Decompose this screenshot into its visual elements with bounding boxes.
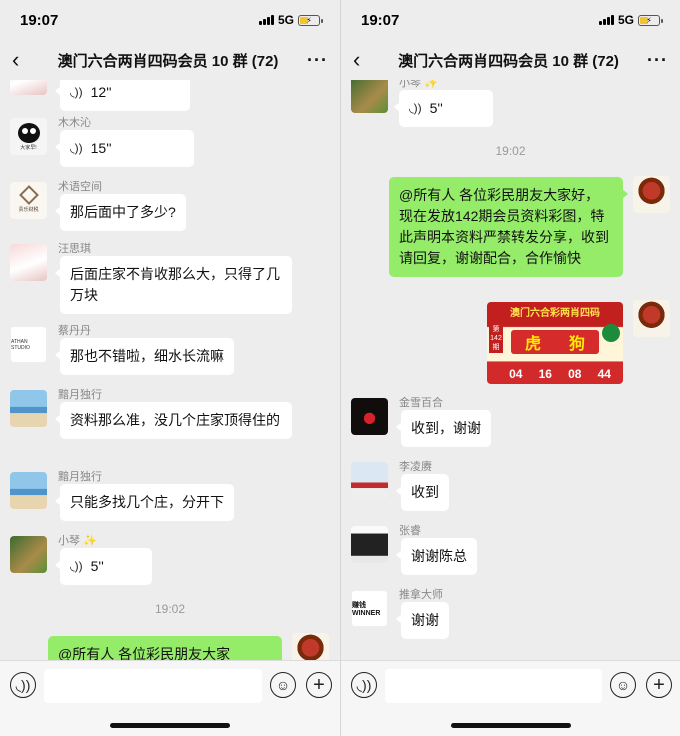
sender-name: 小琴 ✨ — [58, 535, 97, 547]
message-input[interactable] — [385, 669, 602, 703]
text-message[interactable]: 后面庄家不肯收那么大，只得了几万块 — [55, 256, 292, 314]
avatar[interactable]: 大家早! — [10, 118, 47, 155]
text-message[interactable]: 谢谢 — [396, 602, 449, 639]
voice-wave-icon: ◟)) — [409, 101, 422, 115]
message-list[interactable]: 小琴 ✨ ◟)) 5'' 19:02 @所有人 各位彩民朋友大家好，现在发放142… — [341, 80, 680, 660]
voice-message[interactable]: ◟)) 12'' — [55, 80, 190, 111]
sender-name: 汪思琪 — [58, 243, 91, 255]
battery-icon: ⚡ — [298, 14, 323, 26]
home-indicator — [450, 723, 571, 728]
sender-name: 术语空间 — [58, 181, 102, 193]
text-message[interactable]: 只能多找几个庄，分开下 — [55, 484, 234, 521]
announcement-message[interactable]: @所有人 各位彩民朋友大家好，现在发放142期会员资料彩图，特此声明本资料严禁转… — [389, 177, 628, 277]
sender-name: 小琴 ✨ — [399, 80, 438, 89]
voice-message[interactable]: ◟)) 5'' — [394, 90, 493, 127]
signal-icon — [258, 15, 274, 25]
more-dots-icon[interactable]: ··· — [300, 50, 328, 71]
voice-message[interactable]: ◟)) 15'' — [55, 130, 194, 167]
voice-input-icon[interactable]: ◟)) — [351, 672, 377, 698]
message-list[interactable]: ◟)) 12'' 大家早! 木木沁 ◟)) 15'' 贵乐财税 术语空间 那后面中了… — [0, 80, 340, 660]
network-label: 5G — [277, 13, 294, 27]
input-bar: ◟)) ☺ + — [0, 660, 340, 736]
right-screen: 19:07 5G ⚡ ‹ 澳门六合两肖四码会员 10 群 (72) ··· 小琴… — [340, 0, 680, 736]
avatar[interactable] — [10, 80, 47, 95]
sender-name: 张睿 — [399, 525, 421, 537]
text-message[interactable]: 收到，谢谢 — [396, 410, 491, 447]
battery-icon: ⚡ — [638, 14, 663, 26]
chat-header: ‹ 澳门六合两肖四码会员 10 群 (72) ··· — [341, 40, 680, 80]
voice-message[interactable]: ◟)) 5'' — [55, 548, 152, 585]
voice-input-icon[interactable]: ◟)) — [10, 672, 36, 698]
lottery-image[interactable]: 澳门六合彩两肖四码 第142期 虎狗 04 16 08 44 — [487, 302, 623, 384]
text-message[interactable]: 谢谢陈总 — [396, 538, 477, 575]
avatar[interactable] — [10, 244, 47, 281]
message-input[interactable] — [44, 669, 262, 703]
status-bar: 19:07 5G ⚡ — [341, 0, 680, 40]
text-message[interactable]: 资料那么准，没几个庄家顶得住的 — [55, 402, 292, 439]
timestamp: 19:02 — [495, 144, 526, 158]
sender-name: 李凌赓 — [399, 461, 432, 473]
sender-name: 黯月独行 — [58, 471, 102, 483]
avatar[interactable] — [351, 398, 388, 435]
timestamp: 19:02 — [154, 602, 186, 616]
home-indicator — [110, 723, 230, 728]
back-arrow-icon[interactable]: ‹ — [353, 47, 377, 73]
avatar[interactable] — [351, 462, 388, 499]
sender-name: 木木沁 — [58, 117, 91, 129]
voice-wave-icon: ◟)) — [70, 559, 83, 573]
plus-icon[interactable]: + — [306, 672, 332, 698]
status-time: 19:07 — [20, 11, 59, 29]
plus-icon[interactable]: + — [646, 672, 672, 698]
avatar[interactable]: 赚钱 WINNER — [351, 590, 388, 627]
status-bar: 19:07 5G ⚡ — [0, 0, 340, 40]
avatar[interactable] — [292, 633, 329, 660]
input-bar: ◟)) ☺ + — [341, 660, 680, 736]
chat-title: 澳门六合两肖四码会员 10 群 (72) — [398, 52, 619, 70]
network-label: 5G — [617, 13, 634, 27]
sender-name: 黯月独行 — [58, 389, 102, 401]
sender-name: 金雪百合 — [399, 397, 443, 409]
seal-icon — [602, 324, 620, 342]
avatar[interactable] — [351, 526, 388, 563]
left-screen: 19:07 5G ⚡ ‹ 澳门六合两肖四码会员 10 群 (72) ··· ◟)… — [0, 0, 340, 736]
chat-header: ‹ 澳门六合两肖四码会员 10 群 (72) ··· — [0, 40, 340, 80]
emoji-icon[interactable]: ☺ — [270, 672, 296, 698]
text-message[interactable]: 收到 — [396, 474, 449, 511]
sender-name: 推拿大师 — [399, 589, 443, 601]
emoji-icon[interactable]: ☺ — [610, 672, 636, 698]
avatar[interactable] — [10, 472, 47, 509]
voice-wave-icon: ◟)) — [70, 141, 83, 155]
more-dots-icon[interactable]: ··· — [640, 50, 668, 71]
text-message[interactable]: 那也不错啦，细水长流嘛 — [55, 338, 234, 375]
announcement-message[interactable]: @所有人 各位彩民朋友大家 — [48, 636, 282, 660]
chat-title: 澳门六合两肖四码会员 10 群 (72) — [57, 52, 279, 70]
back-arrow-icon[interactable]: ‹ — [12, 47, 36, 73]
avatar[interactable] — [10, 536, 47, 573]
avatar[interactable] — [10, 390, 47, 427]
text-message[interactable]: 那后面中了多少? — [55, 194, 186, 231]
avatar[interactable]: ATHAN STUDIO — [10, 326, 47, 363]
avatar[interactable] — [633, 300, 670, 337]
avatar[interactable] — [633, 176, 670, 213]
status-time: 19:07 — [361, 11, 400, 29]
sender-name: 蔡丹丹 — [58, 325, 91, 337]
signal-icon — [598, 15, 614, 25]
avatar[interactable] — [351, 80, 388, 113]
voice-wave-icon: ◟)) — [70, 85, 83, 99]
avatar[interactable]: 贵乐财税 — [10, 182, 47, 219]
